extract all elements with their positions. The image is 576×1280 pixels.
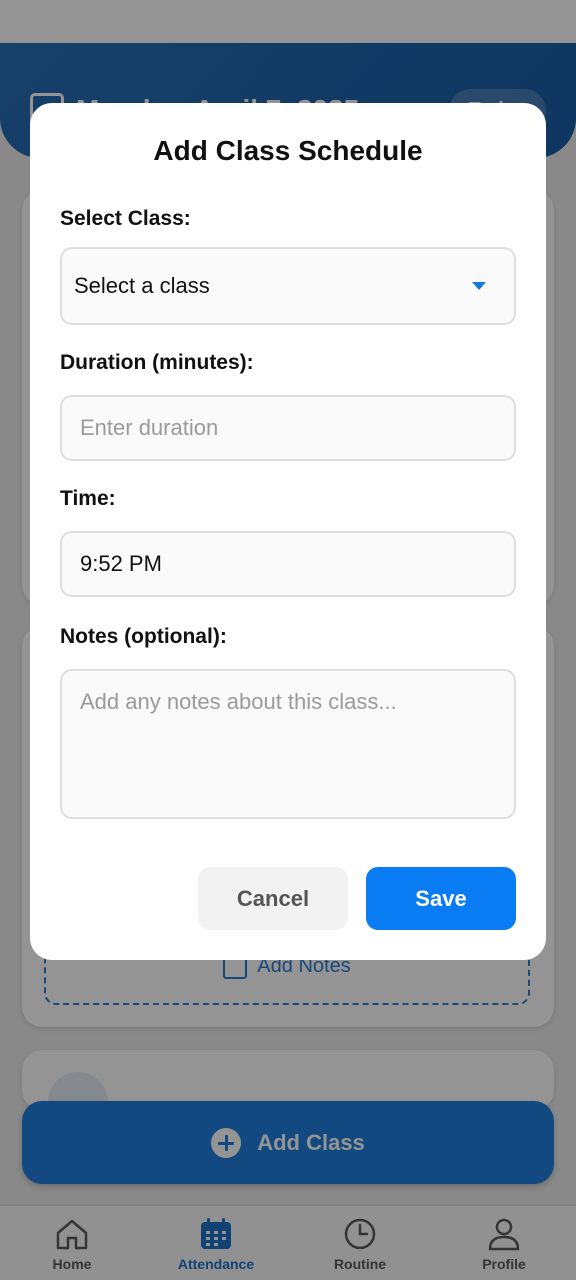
- class-select[interactable]: Select a class: [60, 247, 516, 325]
- save-button[interactable]: Save: [366, 867, 516, 930]
- chevron-down-icon: [472, 282, 486, 290]
- time-label: Time:: [60, 487, 116, 510]
- notes-textarea[interactable]: [60, 669, 516, 819]
- time-picker[interactable]: 9:52 PM: [60, 531, 516, 597]
- cancel-button[interactable]: Cancel: [198, 867, 348, 930]
- dialog-actions: Cancel Save: [198, 867, 516, 930]
- select-class-label: Select Class:: [60, 207, 191, 230]
- duration-input[interactable]: [60, 395, 516, 461]
- add-class-schedule-dialog: Add Class Schedule Select Class: Select …: [30, 103, 546, 960]
- duration-label: Duration (minutes):: [60, 351, 254, 374]
- dialog-title: Add Class Schedule: [153, 135, 423, 166]
- notes-label: Notes (optional):: [60, 625, 227, 648]
- class-select-value: Select a class: [74, 273, 210, 298]
